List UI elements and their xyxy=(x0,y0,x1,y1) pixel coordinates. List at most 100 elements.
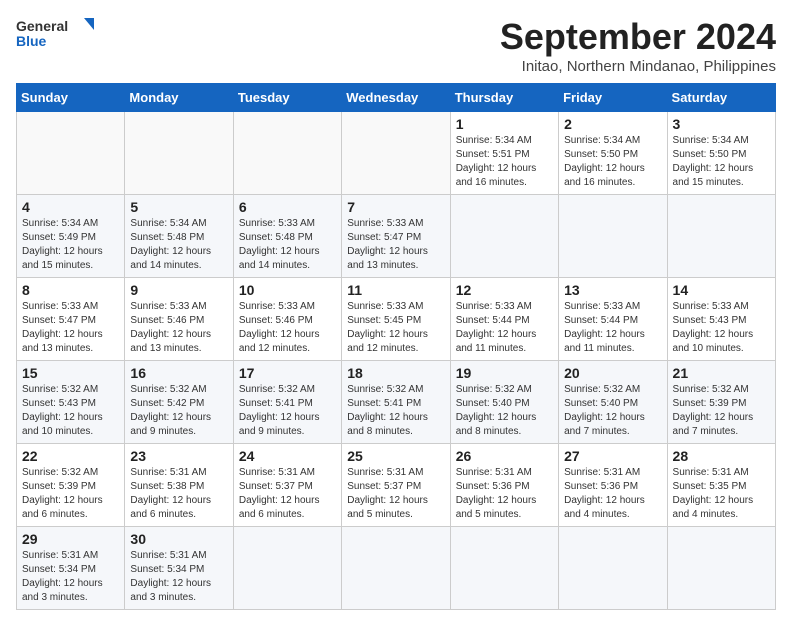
day-number: 16 xyxy=(130,365,227,381)
weekday-header-cell: Wednesday xyxy=(342,84,450,112)
day-number: 27 xyxy=(564,448,661,464)
weekday-header-cell: Sunday xyxy=(17,84,125,112)
day-number: 14 xyxy=(673,282,770,298)
day-info: Sunrise: 5:31 AMSunset: 5:38 PMDaylight:… xyxy=(130,466,227,522)
day-info: Sunrise: 5:34 AMSunset: 5:51 PMDaylight:… xyxy=(456,134,553,190)
day-number: 25 xyxy=(347,448,444,464)
calendar-cell xyxy=(667,195,775,278)
day-number: 6 xyxy=(239,199,336,215)
calendar-cell: 4 Sunrise: 5:34 AMSunset: 5:49 PMDaylight… xyxy=(17,195,125,278)
calendar-cell: 8 Sunrise: 5:33 AMSunset: 5:47 PMDaylight… xyxy=(17,278,125,361)
day-info: Sunrise: 5:31 AMSunset: 5:37 PMDaylight:… xyxy=(239,466,336,522)
calendar-cell: 3 Sunrise: 5:34 AMSunset: 5:50 PMDaylight… xyxy=(667,112,775,195)
weekday-header-cell: Thursday xyxy=(450,84,558,112)
day-info: Sunrise: 5:34 AMSunset: 5:50 PMDaylight:… xyxy=(564,134,661,190)
calendar-cell: 18 Sunrise: 5:32 AMSunset: 5:41 PMDayligh… xyxy=(342,361,450,444)
day-info: Sunrise: 5:33 AMSunset: 5:47 PMDaylight:… xyxy=(347,217,444,273)
day-info: Sunrise: 5:33 AMSunset: 5:45 PMDaylight:… xyxy=(347,300,444,356)
day-info: Sunrise: 5:31 AMSunset: 5:35 PMDaylight:… xyxy=(673,466,770,522)
calendar-week-row: 15 Sunrise: 5:32 AMSunset: 5:43 PMDayligh… xyxy=(17,361,776,444)
calendar-week-row: 1 Sunrise: 5:34 AMSunset: 5:51 PMDaylight… xyxy=(17,112,776,195)
day-number: 24 xyxy=(239,448,336,464)
svg-text:Blue: Blue xyxy=(16,33,47,49)
day-info: Sunrise: 5:33 AMSunset: 5:48 PMDaylight:… xyxy=(239,217,336,273)
day-number: 2 xyxy=(564,116,661,132)
calendar-cell: 20 Sunrise: 5:32 AMSunset: 5:40 PMDayligh… xyxy=(559,361,667,444)
calendar-week-row: 4 Sunrise: 5:34 AMSunset: 5:49 PMDaylight… xyxy=(17,195,776,278)
calendar-cell xyxy=(342,527,450,610)
calendar-cell: 27 Sunrise: 5:31 AMSunset: 5:36 PMDayligh… xyxy=(559,444,667,527)
weekday-header-cell: Tuesday xyxy=(233,84,341,112)
day-info: Sunrise: 5:32 AMSunset: 5:40 PMDaylight:… xyxy=(564,383,661,439)
calendar-cell: 25 Sunrise: 5:31 AMSunset: 5:37 PMDayligh… xyxy=(342,444,450,527)
calendar-cell xyxy=(667,527,775,610)
day-number: 28 xyxy=(673,448,770,464)
day-number: 13 xyxy=(564,282,661,298)
day-number: 23 xyxy=(130,448,227,464)
calendar-cell xyxy=(233,527,341,610)
day-info: Sunrise: 5:33 AMSunset: 5:44 PMDaylight:… xyxy=(564,300,661,356)
day-number: 1 xyxy=(456,116,553,132)
calendar-cell: 15 Sunrise: 5:32 AMSunset: 5:43 PMDayligh… xyxy=(17,361,125,444)
calendar-cell: 9Sunrise: 5:33 AMSunset: 5:46 PMDaylight… xyxy=(125,278,233,361)
logo-svg: General Blue xyxy=(16,16,96,52)
day-number: 4 xyxy=(22,199,119,215)
calendar-cell: 24 Sunrise: 5:31 AMSunset: 5:37 PMDayligh… xyxy=(233,444,341,527)
calendar-cell: 5Sunrise: 5:34 AMSunset: 5:48 PMDaylight… xyxy=(125,195,233,278)
day-number: 22 xyxy=(22,448,119,464)
calendar-cell: 16 Sunrise: 5:32 AMSunset: 5:42 PMDayligh… xyxy=(125,361,233,444)
calendar-cell: 12Sunrise: 5:33 AMSunset: 5:44 PMDayligh… xyxy=(450,278,558,361)
day-number: 12 xyxy=(456,282,553,298)
day-info: Sunrise: 5:34 AMSunset: 5:48 PMDaylight:… xyxy=(130,217,227,273)
day-number: 7 xyxy=(347,199,444,215)
day-info: Sunrise: 5:32 AMSunset: 5:40 PMDaylight:… xyxy=(456,383,553,439)
day-info: Sunrise: 5:32 AMSunset: 5:42 PMDaylight:… xyxy=(130,383,227,439)
day-info: Sunrise: 5:34 AMSunset: 5:50 PMDaylight:… xyxy=(673,134,770,190)
calendar-cell: 22Sunrise: 5:32 AMSunset: 5:39 PMDayligh… xyxy=(17,444,125,527)
weekday-header-row: SundayMondayTuesdayWednesdayThursdayFrid… xyxy=(17,84,776,112)
calendar-week-row: 29 Sunrise: 5:31 AMSunset: 5:34 PMDayligh… xyxy=(17,527,776,610)
day-number: 15 xyxy=(22,365,119,381)
calendar-cell: 10Sunrise: 5:33 AMSunset: 5:46 PMDayligh… xyxy=(233,278,341,361)
calendar-cell xyxy=(559,195,667,278)
calendar-body: 1 Sunrise: 5:34 AMSunset: 5:51 PMDaylight… xyxy=(17,112,776,610)
calendar-week-row: 8 Sunrise: 5:33 AMSunset: 5:47 PMDaylight… xyxy=(17,278,776,361)
calendar-cell: 30Sunrise: 5:31 AMSunset: 5:34 PMDayligh… xyxy=(125,527,233,610)
day-number: 8 xyxy=(22,282,119,298)
day-info: Sunrise: 5:33 AMSunset: 5:47 PMDaylight:… xyxy=(22,300,119,356)
day-info: Sunrise: 5:32 AMSunset: 5:41 PMDaylight:… xyxy=(347,383,444,439)
day-number: 18 xyxy=(347,365,444,381)
calendar-cell xyxy=(233,112,341,195)
calendar-cell xyxy=(450,527,558,610)
weekday-header-cell: Friday xyxy=(559,84,667,112)
day-number: 26 xyxy=(456,448,553,464)
calendar-cell: 23 Sunrise: 5:31 AMSunset: 5:38 PMDayligh… xyxy=(125,444,233,527)
day-info: Sunrise: 5:31 AMSunset: 5:34 PMDaylight:… xyxy=(22,549,119,605)
calendar-cell xyxy=(17,112,125,195)
calendar-cell: 26Sunrise: 5:31 AMSunset: 5:36 PMDayligh… xyxy=(450,444,558,527)
day-number: 29 xyxy=(22,531,119,547)
day-info: Sunrise: 5:31 AMSunset: 5:37 PMDaylight:… xyxy=(347,466,444,522)
calendar-table: SundayMondayTuesdayWednesdayThursdayFrid… xyxy=(16,83,776,610)
calendar-cell xyxy=(342,112,450,195)
calendar-cell: 14Sunrise: 5:33 AMSunset: 5:43 PMDayligh… xyxy=(667,278,775,361)
page-header: General Blue September 2024 Initao, Nort… xyxy=(16,16,776,75)
day-info: Sunrise: 5:34 AMSunset: 5:49 PMDaylight:… xyxy=(22,217,119,273)
calendar-cell xyxy=(125,112,233,195)
calendar-cell: 19Sunrise: 5:32 AMSunset: 5:40 PMDayligh… xyxy=(450,361,558,444)
day-number: 11 xyxy=(347,282,444,298)
day-info: Sunrise: 5:33 AMSunset: 5:46 PMDaylight:… xyxy=(239,300,336,356)
day-number: 30 xyxy=(130,531,227,547)
calendar-cell: 28 Sunrise: 5:31 AMSunset: 5:35 PMDayligh… xyxy=(667,444,775,527)
calendar-cell: 17Sunrise: 5:32 AMSunset: 5:41 PMDayligh… xyxy=(233,361,341,444)
month-title: September 2024 xyxy=(500,16,776,58)
day-info: Sunrise: 5:31 AMSunset: 5:36 PMDaylight:… xyxy=(564,466,661,522)
calendar-cell: 2 Sunrise: 5:34 AMSunset: 5:50 PMDaylight… xyxy=(559,112,667,195)
day-info: Sunrise: 5:32 AMSunset: 5:41 PMDaylight:… xyxy=(239,383,336,439)
day-number: 21 xyxy=(673,365,770,381)
day-info: Sunrise: 5:32 AMSunset: 5:43 PMDaylight:… xyxy=(22,383,119,439)
day-number: 3 xyxy=(673,116,770,132)
day-number: 20 xyxy=(564,365,661,381)
title-area: September 2024 Initao, Northern Mindanao… xyxy=(500,16,776,75)
calendar-cell: 7 Sunrise: 5:33 AMSunset: 5:47 PMDaylight… xyxy=(342,195,450,278)
